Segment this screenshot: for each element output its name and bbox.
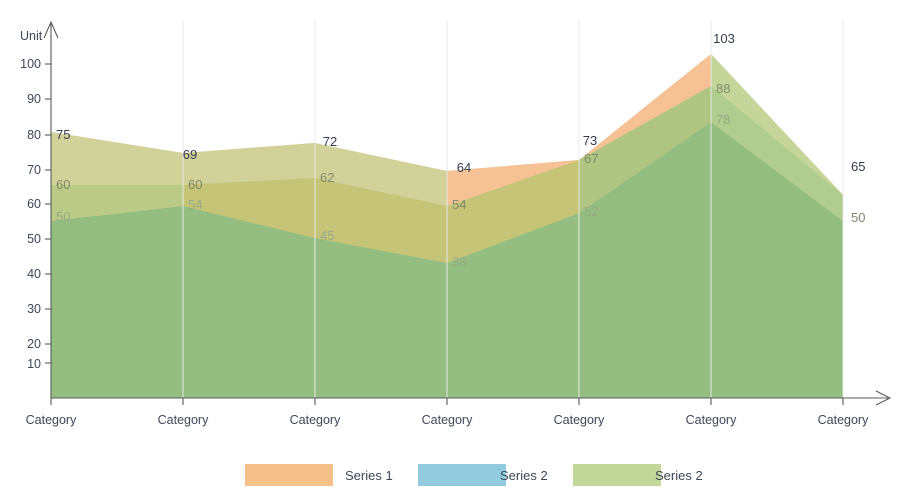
data-label: 88 — [716, 81, 730, 96]
data-label: 67 — [584, 151, 598, 166]
data-label: 73 — [583, 133, 597, 148]
chart-legend: Series 1 Series 2 Series 2 — [245, 464, 703, 486]
chart-canvas: Unit 100 90 80 70 60 50 40 30 20 10 Cate… — [20, 20, 892, 486]
legend-label-series-2-blue[interactable]: Series 2 — [500, 468, 548, 483]
data-label: 65 — [851, 159, 865, 174]
data-label: 50 — [851, 210, 865, 225]
legend-swatch-series-2-blue[interactable] — [418, 464, 506, 486]
data-label: 60 — [188, 177, 202, 192]
data-label: 54 — [188, 197, 202, 212]
y-tick-label: 20 — [27, 337, 41, 351]
x-tick-label: Category — [818, 413, 869, 427]
data-label: 52 — [584, 204, 598, 219]
data-label: 64 — [457, 160, 471, 175]
y-tick-labels: 100 90 80 70 60 50 40 30 20 10 — [20, 57, 41, 371]
legend-swatch-series-1[interactable] — [245, 464, 333, 486]
y-axis-title: Unit — [20, 29, 43, 43]
data-label: 60 — [56, 177, 70, 192]
y-tick-label: 50 — [27, 232, 41, 246]
y-tick-label: 70 — [27, 163, 41, 177]
data-label: 69 — [183, 147, 197, 162]
x-tick-label: Category — [686, 413, 737, 427]
x-tick-label: Category — [554, 413, 605, 427]
y-tick-label: 90 — [27, 92, 41, 106]
data-label: 50 — [56, 209, 70, 224]
area-chart: Unit 100 90 80 70 60 50 40 30 20 10 Cate… — [0, 0, 914, 500]
data-label: 38 — [452, 254, 466, 269]
x-tick-label: Category — [26, 413, 77, 427]
legend-swatch-series-2-green[interactable] — [573, 464, 661, 486]
data-label: 54 — [452, 197, 466, 212]
data-label: 103 — [713, 31, 735, 46]
y-tick-label: 60 — [27, 197, 41, 211]
legend-label-series-2-green[interactable]: Series 2 — [655, 468, 703, 483]
y-tick-label: 40 — [27, 267, 41, 281]
y-tick-label: 100 — [20, 57, 41, 71]
y-tick-label: 80 — [27, 128, 41, 142]
x-tick-label: Category — [158, 413, 209, 427]
data-label: 45 — [320, 228, 334, 243]
x-tick-labels: Category Category Category Category Cate… — [26, 413, 869, 427]
legend-label-series-1[interactable]: Series 1 — [345, 468, 393, 483]
x-tick-label: Category — [422, 413, 473, 427]
data-label: 62 — [320, 170, 334, 185]
y-tick-label: 30 — [27, 302, 41, 316]
data-label: 78 — [716, 112, 730, 127]
y-tick-label: 10 — [27, 357, 41, 371]
data-label: 72 — [323, 134, 337, 149]
data-label: 75 — [56, 127, 70, 142]
x-tick-label: Category — [290, 413, 341, 427]
